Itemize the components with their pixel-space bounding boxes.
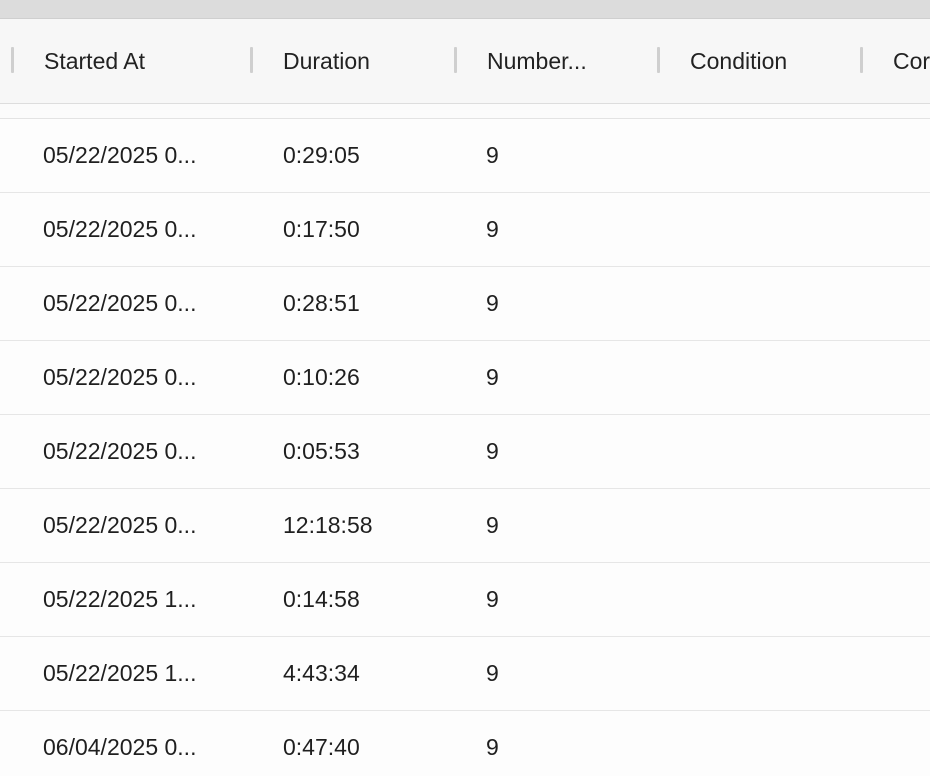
cell-started-at: 05/22/2025 0... [43,216,197,242]
cell-number: 9 [486,734,499,760]
cell-condition [690,711,850,776]
cell-duration: 0:10:26 [283,364,360,390]
column-resize-handle[interactable] [454,47,457,73]
cell-cor [893,119,930,192]
table-row[interactable]: 05/22/2025 0... 0:05:53 9 [0,415,930,489]
cell-duration: 4:43:34 [283,660,360,686]
cell-cor [893,415,930,488]
cell-duration: 0:47:40 [283,734,360,760]
cell-started-at: 06/04/2025 0... [43,734,197,760]
cell-condition [690,193,850,266]
cell-condition [690,267,850,340]
table-row[interactable]: 05/22/2025 1... 0:14:58 9 [0,563,930,637]
table-row[interactable]: 06/04/2025 0... 0:47:40 9 [0,711,930,776]
table-row[interactable]: 05/22/2025 0... 0:17:50 9 [0,193,930,267]
table-row[interactable]: 05/22/2025 0... 0:10:26 9 [0,341,930,415]
cell-duration: 0:14:58 [283,586,360,612]
cell-condition [690,637,850,710]
cell-number: 9 [486,290,499,316]
cell-duration: 0:05:53 [283,438,360,464]
column-header-cor[interactable]: Cor [893,19,930,103]
table-body: 05/22/2025 0... 0:29:05 9 05/22/2025 0... 0:… [0,119,930,776]
cell-cor [893,193,930,266]
cell-started-at: 05/22/2025 0... [43,290,197,316]
column-resize-handle[interactable] [11,47,14,73]
cell-number: 9 [486,512,499,538]
cell-cor [893,711,930,776]
table-view: Started At Duration Number... Condition … [0,0,930,776]
cell-cor [893,341,930,414]
cell-condition [690,415,850,488]
window-top-strip [0,0,930,19]
cell-started-at: 05/22/2025 1... [43,660,197,686]
cell-started-at: 05/22/2025 0... [43,142,197,168]
cell-started-at: 05/22/2025 0... [43,438,197,464]
header-gap [0,104,930,119]
column-resize-handle[interactable] [657,47,660,73]
column-header-duration[interactable]: Duration [283,19,443,103]
cell-cor [893,267,930,340]
cell-number: 9 [486,660,499,686]
cell-duration: 12:18:58 [283,512,373,538]
cell-duration: 0:17:50 [283,216,360,242]
table-row[interactable]: 05/22/2025 0... 0:28:51 9 [0,267,930,341]
cell-condition [690,563,850,636]
cell-started-at: 05/22/2025 1... [43,586,197,612]
column-resize-handle[interactable] [860,47,863,73]
cell-started-at: 05/22/2025 0... [43,512,197,538]
table-row[interactable]: 05/22/2025 0... 0:29:05 9 [0,119,930,193]
cell-condition [690,119,850,192]
cell-started-at: 05/22/2025 0... [43,364,197,390]
table-header: Started At Duration Number... Condition … [0,19,930,104]
table-row[interactable]: 05/22/2025 1... 4:43:34 9 [0,637,930,711]
cell-number: 9 [486,216,499,242]
cell-duration: 0:28:51 [283,290,360,316]
cell-number: 9 [486,142,499,168]
cell-condition [690,489,850,562]
table-row[interactable]: 05/22/2025 0... 12:18:58 9 [0,489,930,563]
cell-cor [893,563,930,636]
cell-number: 9 [486,586,499,612]
cell-number: 9 [486,364,499,390]
column-header-started-at[interactable]: Started At [44,19,234,103]
cell-cor [893,489,930,562]
cell-cor [893,637,930,710]
column-header-condition[interactable]: Condition [690,19,850,103]
cell-condition [690,341,850,414]
column-header-number[interactable]: Number... [487,19,647,103]
cell-duration: 0:29:05 [283,142,360,168]
cell-number: 9 [486,438,499,464]
column-resize-handle[interactable] [250,47,253,73]
